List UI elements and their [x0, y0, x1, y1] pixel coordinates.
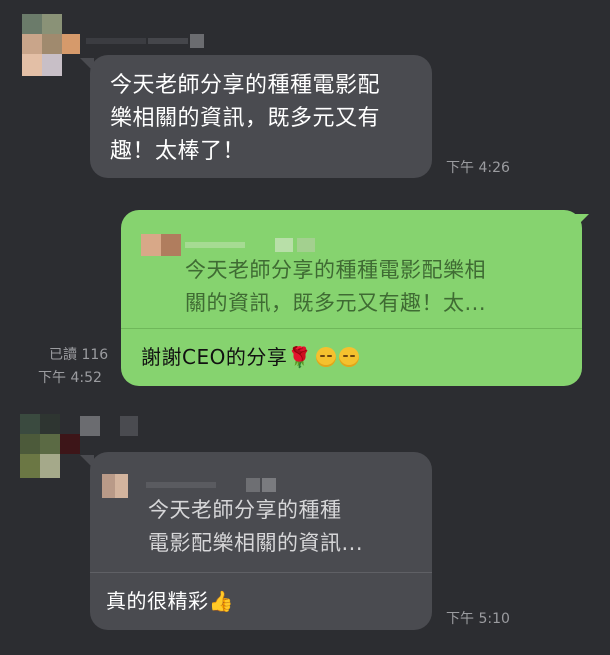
- thumbs-up-icon: 👍: [208, 589, 234, 613]
- message-bubble[interactable]: 今天老師分享的種種 電影配樂相關的資訊... 真的很精彩👍: [90, 452, 432, 630]
- message-text: 謝謝CEO的分享🌹: [141, 342, 359, 372]
- quoted-text: 今天老師分享的種種 電影配樂相關的資訊...: [148, 498, 364, 555]
- quoted-message[interactable]: 今天老師分享的種種電影配樂相 關的資訊，既多元又有趣！太...: [121, 210, 582, 328]
- quoted-message[interactable]: 今天老師分享的種種 電影配樂相關的資訊...: [90, 452, 432, 572]
- rose-icon: 🌹: [287, 345, 313, 369]
- message-timestamp: 下午 4:26: [446, 160, 510, 176]
- message-bubble[interactable]: 今天老師分享的種種電影配 樂相關的資訊，既多元又有 趣！太棒了！: [90, 55, 432, 178]
- sender-avatar[interactable]: [20, 414, 80, 478]
- quote-divider: [121, 328, 582, 329]
- message-timestamp: 下午 5:10: [446, 611, 510, 627]
- message-bubble[interactable]: 今天老師分享的種種電影配樂相 關的資訊，既多元又有趣！太... 謝謝CEO的分享…: [121, 210, 582, 386]
- quoted-avatar: [141, 234, 181, 256]
- quote-divider: [90, 572, 432, 573]
- read-receipt: 已讀 116: [49, 347, 109, 363]
- message-timestamp: 下午 4:52: [38, 370, 102, 386]
- sender-avatar[interactable]: [22, 14, 80, 76]
- quoted-sender-redacted: [146, 478, 276, 494]
- sender-name-redacted: [80, 416, 140, 436]
- winking-face-icon: [315, 347, 336, 367]
- message-text: 今天老師分享的種種電影配 樂相關的資訊，既多元又有 趣！太棒了！: [110, 73, 381, 164]
- sender-name-redacted: [86, 34, 204, 48]
- message-text: 真的很精彩👍: [106, 589, 234, 613]
- quoted-sender-redacted: [185, 238, 315, 254]
- winking-face-icon: [338, 347, 359, 367]
- quoted-text: 今天老師分享的種種電影配樂相 關的資訊，既多元又有趣！太...: [185, 258, 487, 315]
- quoted-avatar: [102, 474, 128, 498]
